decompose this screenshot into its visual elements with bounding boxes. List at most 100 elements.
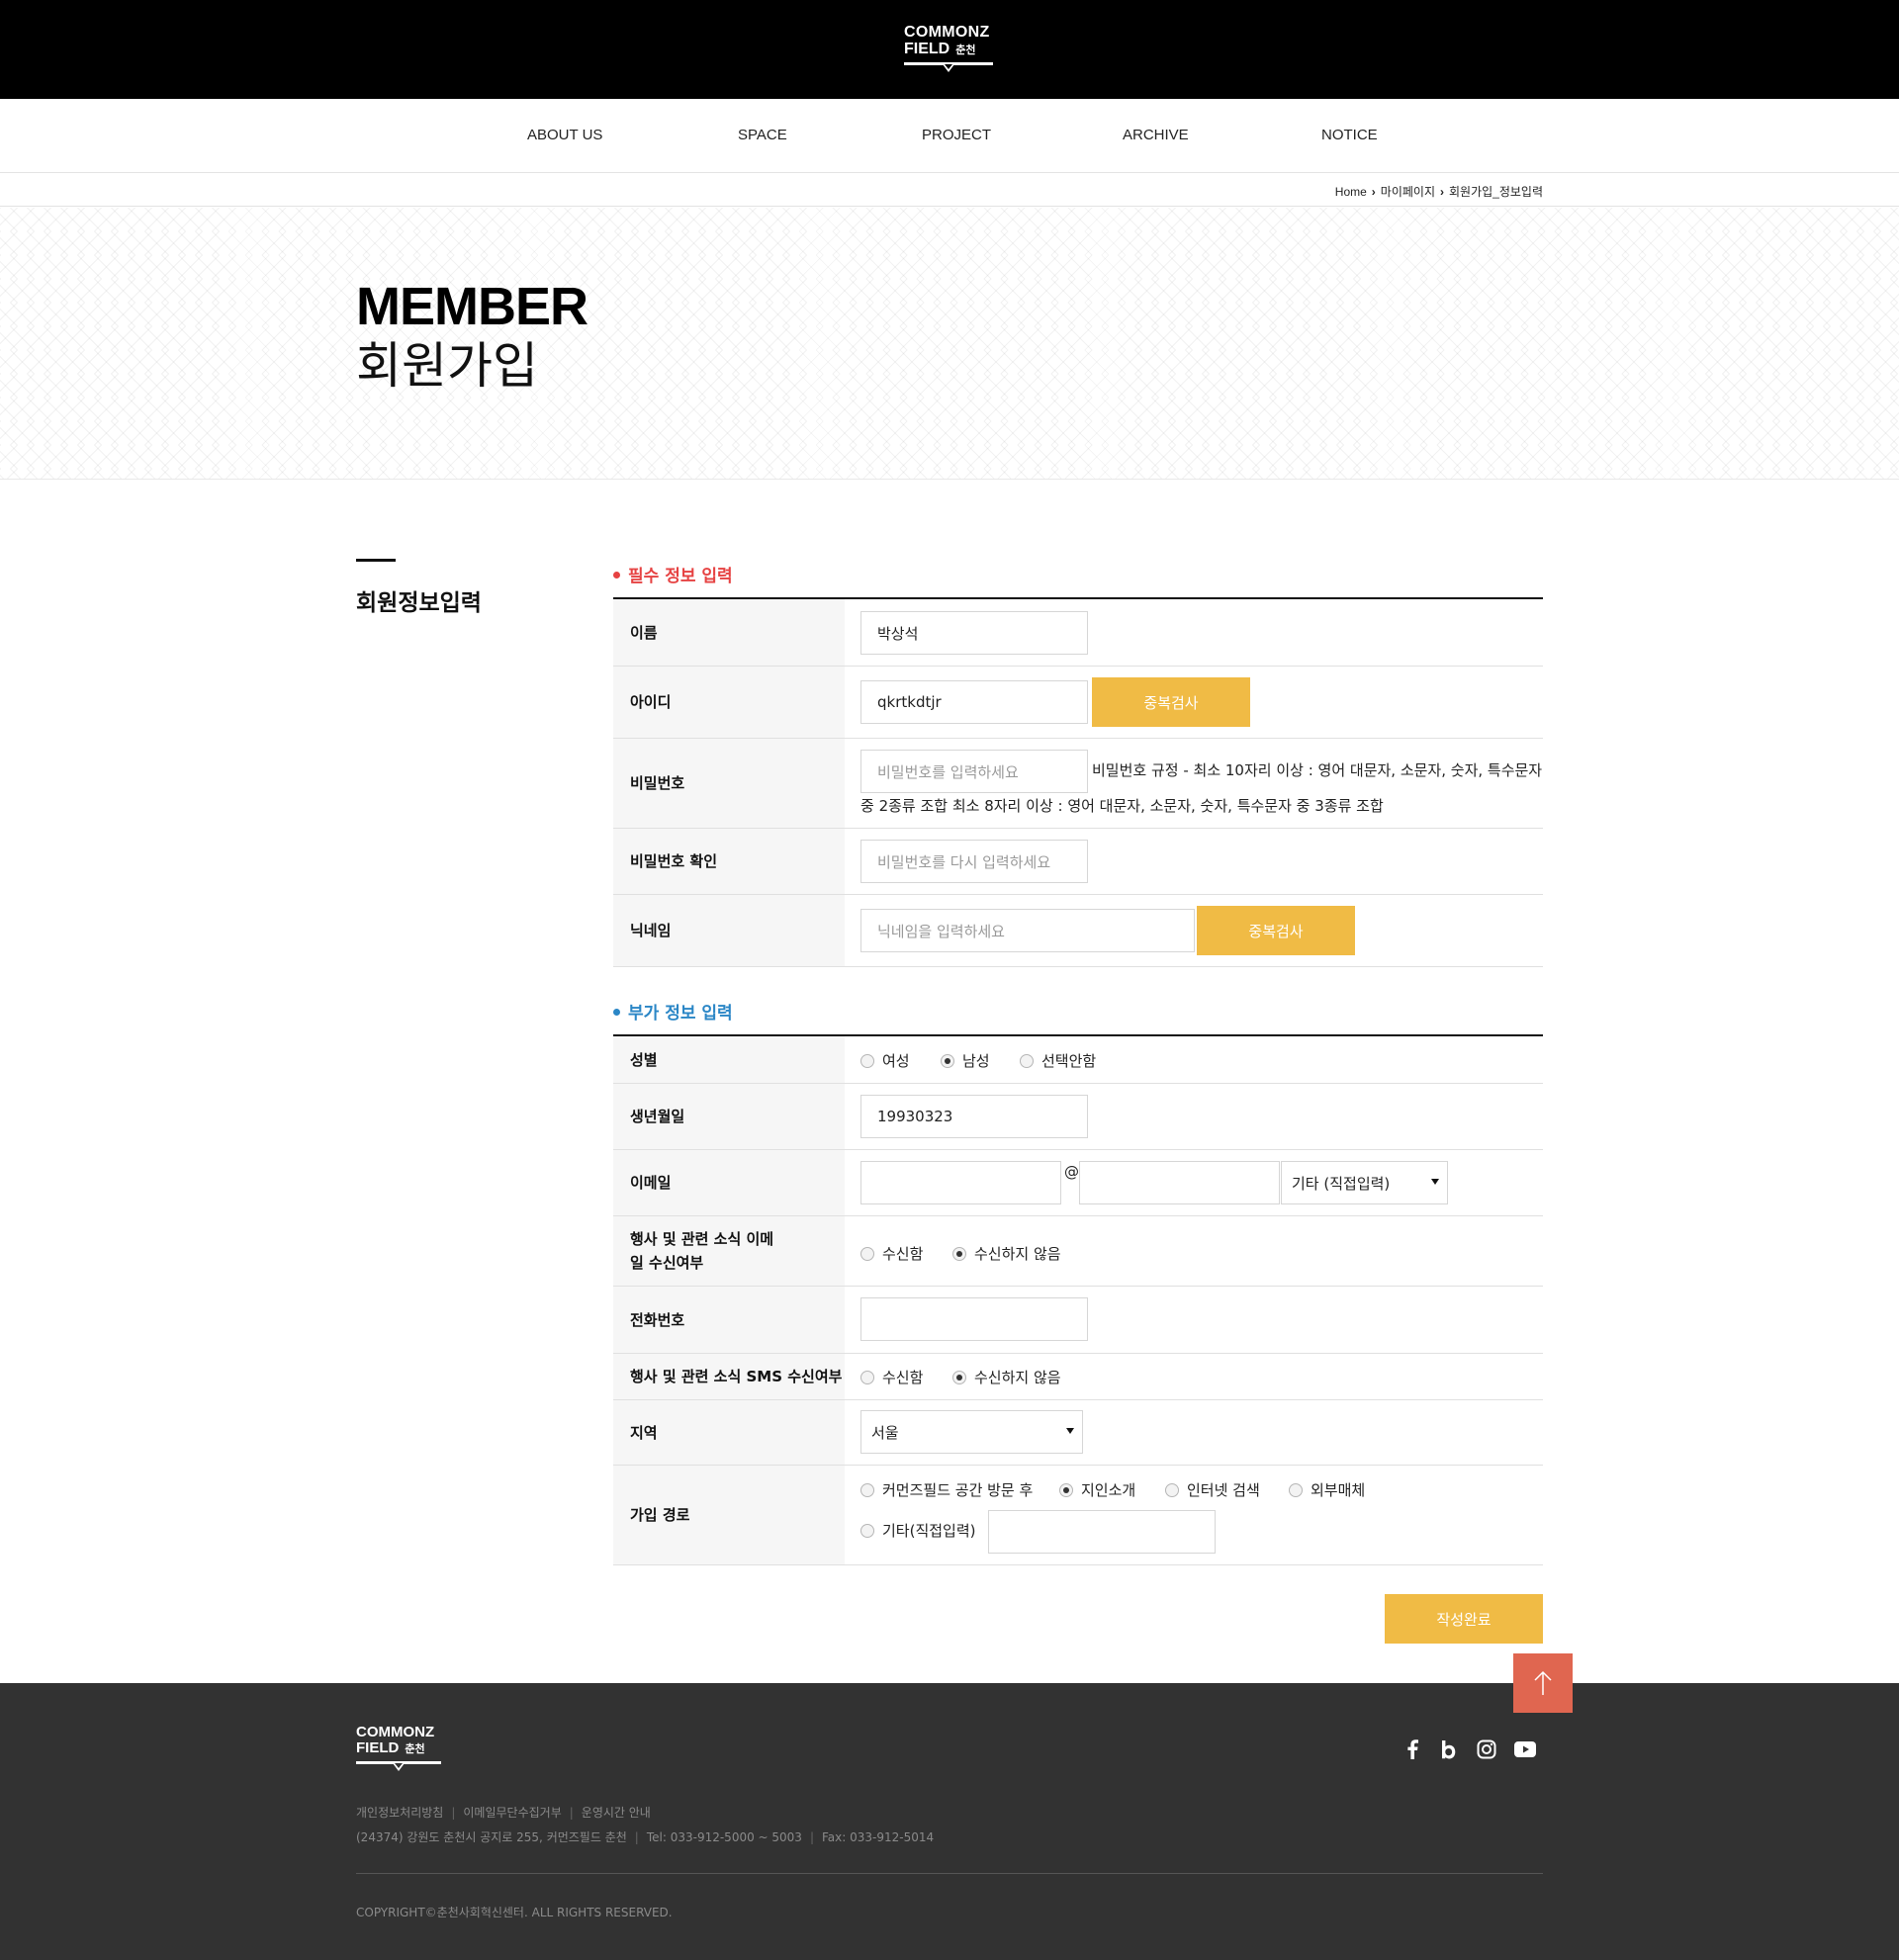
route-other-radio[interactable]: 기타(직접입력) <box>860 1520 976 1541</box>
phone-label: 전화번호 <box>613 1287 845 1353</box>
id-duplicate-check-button[interactable]: 중복검사 <box>1092 677 1250 727</box>
footer-divider <box>356 1873 1543 1874</box>
youtube-icon[interactable] <box>1513 1737 1537 1761</box>
footer-copyright: COPYRIGHT©춘천사회혁신센터. ALL RIGHTS RESERVED. <box>356 1906 673 1919</box>
bullet-icon <box>613 1008 620 1016</box>
optional-section-title: 부가 정보 입력 <box>613 999 733 1024</box>
email-news-label: 행사 및 관련 소식 이메일 수신여부 <box>613 1216 845 1286</box>
email-row: 이메일 @ 기타 (직접입력) <box>613 1150 1543 1216</box>
password-rule-note-2: 중 2종류 조합 최소 8자리 이상 : 영어 대문자, 소문자, 숫자, 특수… <box>860 797 1384 815</box>
breadcrumb-current: 회원가입_정보입력 <box>1449 185 1543 199</box>
route-media-radio[interactable]: 외부매체 <box>1289 1479 1365 1500</box>
name-field[interactable]: 박상석 <box>860 611 1088 655</box>
submit-button[interactable]: 작성완료 <box>1385 1594 1543 1644</box>
password-confirm-field[interactable]: 비밀번호를 다시 입력하세요 <box>860 840 1088 883</box>
bullet-icon <box>613 571 620 579</box>
password-label: 비밀번호 <box>613 739 845 828</box>
sms-yes-radio[interactable]: 수신함 <box>860 1367 923 1387</box>
instagram-icon[interactable] <box>1475 1737 1498 1761</box>
id-row: 아이디 qkrtkdtjr 중복검사 <box>613 667 1543 739</box>
nav-project[interactable]: PROJECT <box>922 127 991 143</box>
email-local-field[interactable] <box>860 1161 1061 1204</box>
page-title-ko: 회원가입 <box>356 337 538 395</box>
birthdate-field[interactable]: 19930323 <box>860 1095 1088 1138</box>
footer-address: (24374) 강원도 춘천시 공지로 255, 커먼즈필드 춘천 | Tel: 0… <box>356 1830 935 1844</box>
dropdown-arrow-icon <box>1431 1179 1439 1185</box>
optional-info-table: 성별 여성 남성 선택안함 생년월일 19930323 이메일 @ 기타 (직접… <box>613 1034 1543 1565</box>
required-section-title: 필수 정보 입력 <box>613 562 733 586</box>
phone-field[interactable] <box>860 1297 1088 1341</box>
gender-label: 성별 <box>613 1036 845 1083</box>
email-news-yes-radio[interactable]: 수신함 <box>860 1243 923 1264</box>
route-visit-radio[interactable]: 커먼즈필드 공간 방문 후 <box>860 1479 1033 1500</box>
email-domain-select[interactable]: 기타 (직접입력) <box>1281 1161 1448 1204</box>
operating-hours-link[interactable]: 운영시간 안내 <box>582 1806 651 1820</box>
main-nav: ABOUT US SPACE PROJECT ARCHIVE NOTICE <box>0 99 1899 173</box>
gender-male-radio[interactable]: 남성 <box>941 1050 990 1071</box>
breadcrumb-mypage[interactable]: 마이페이지 <box>1381 185 1435 199</box>
name-row: 이름 박상석 <box>613 599 1543 667</box>
page-title-en: MEMBER <box>356 277 588 336</box>
id-field[interactable]: qkrtkdtjr <box>860 680 1088 724</box>
name-label: 이름 <box>613 599 845 666</box>
blog-icon[interactable] <box>1437 1737 1461 1761</box>
gender-none-radio[interactable]: 선택안함 <box>1020 1050 1096 1071</box>
top-header: COMMONZ FIELD 춘천 <box>0 0 1899 99</box>
footer-links: 개인정보처리방침 | 이메일무단수집거부 | 운영시간 안내 <box>356 1806 651 1820</box>
id-label: 아이디 <box>613 667 845 738</box>
chevron-right-icon: › <box>1440 185 1444 199</box>
gender-female-radio[interactable]: 여성 <box>860 1050 910 1071</box>
required-info-table: 이름 박상석 아이디 qkrtkdtjr 중복검사 비밀번호 비밀번호를 입력하… <box>613 597 1543 967</box>
nickname-field[interactable]: 닉네임을 입력하세요 <box>860 909 1195 952</box>
route-referral-radio[interactable]: 지인소개 <box>1059 1479 1135 1500</box>
dropdown-arrow-icon <box>1066 1428 1074 1434</box>
breadcrumb-home[interactable]: Home <box>1335 185 1367 199</box>
signup-route-label: 가입 경로 <box>613 1466 845 1564</box>
region-select[interactable]: 서울 <box>860 1410 1083 1454</box>
signup-route-row: 가입 경로 커먼즈필드 공간 방문 후 지인소개 인터넷 검색 외부매체 기타(… <box>613 1466 1543 1565</box>
region-label: 지역 <box>613 1400 845 1465</box>
nav-about-us[interactable]: ABOUT US <box>527 127 602 143</box>
nav-space[interactable]: SPACE <box>738 127 787 143</box>
commonz-field-logo[interactable]: COMMONZ FIELD 춘천 <box>904 24 995 75</box>
footer-fax: Fax: 033-912-5014 <box>822 1830 935 1844</box>
page-hero: MEMBER 회원가입 <box>0 208 1899 480</box>
password-field[interactable]: 비밀번호를 입력하세요 <box>860 750 1088 793</box>
privacy-policy-link[interactable]: 개인정보처리방침 <box>356 1806 443 1820</box>
email-domain-field[interactable] <box>1079 1161 1280 1204</box>
email-label: 이메일 <box>613 1150 845 1215</box>
nickname-duplicate-check-button[interactable]: 중복검사 <box>1197 906 1355 955</box>
email-at-sign: @ <box>1064 1163 1079 1181</box>
email-news-row: 행사 및 관련 소식 이메일 수신여부 수신함 수신하지 않음 <box>613 1216 1543 1287</box>
nav-archive[interactable]: ARCHIVE <box>1123 127 1189 143</box>
password-row: 비밀번호 비밀번호를 입력하세요 비밀번호 규정 - 최소 10자리 이상 : … <box>613 739 1543 829</box>
region-row: 지역 서울 <box>613 1400 1543 1466</box>
route-internet-radio[interactable]: 인터넷 검색 <box>1165 1479 1260 1500</box>
birthdate-row: 생년월일 19930323 <box>613 1084 1543 1150</box>
chevron-right-icon: › <box>1371 185 1376 199</box>
route-other-field[interactable] <box>988 1510 1216 1554</box>
password-rule-note-1: 비밀번호 규정 - 최소 10자리 이상 : 영어 대문자, 소문자, 숫자, … <box>1092 761 1543 779</box>
phone-row: 전화번호 <box>613 1287 1543 1354</box>
gender-row: 성별 여성 남성 선택안함 <box>613 1036 1543 1084</box>
email-news-no-radio[interactable]: 수신하지 않음 <box>952 1243 1061 1264</box>
sms-label: 행사 및 관련 소식 SMS 수신여부 <box>613 1354 845 1399</box>
breadcrumb: Home › 마이페이지 › 회원가입_정보입력 <box>0 173 1899 207</box>
password-confirm-label: 비밀번호 확인 <box>613 829 845 894</box>
footer: COMMONZ FIELD 춘천 개인정보처리방침 | 이메일무단수집거부 | 운영시간 … <box>0 1683 1899 1960</box>
email-collection-refusal-link[interactable]: 이메일무단수집거부 <box>463 1806 561 1820</box>
nav-notice[interactable]: NOTICE <box>1321 127 1378 143</box>
side-title-divider <box>356 559 396 562</box>
arrow-up-icon <box>1534 1670 1552 1695</box>
footer-tel: Tel: 033-912-5000 ~ 5003 <box>646 1830 802 1844</box>
nickname-label: 닉네임 <box>613 895 845 966</box>
sms-row: 행사 및 관련 소식 SMS 수신여부 수신함 수신하지 않음 <box>613 1354 1543 1400</box>
birthdate-label: 생년월일 <box>613 1084 845 1149</box>
sms-no-radio[interactable]: 수신하지 않음 <box>952 1367 1061 1387</box>
facebook-icon[interactable] <box>1401 1737 1424 1761</box>
nickname-row: 닉네임 닉네임을 입력하세요 중복검사 <box>613 895 1543 967</box>
footer-logo[interactable]: COMMONZ FIELD 춘천 <box>356 1725 443 1776</box>
scroll-to-top-button[interactable] <box>1513 1653 1573 1713</box>
password-confirm-row: 비밀번호 확인 비밀번호를 다시 입력하세요 <box>613 829 1543 895</box>
side-title: 회원정보입력 <box>356 590 482 616</box>
